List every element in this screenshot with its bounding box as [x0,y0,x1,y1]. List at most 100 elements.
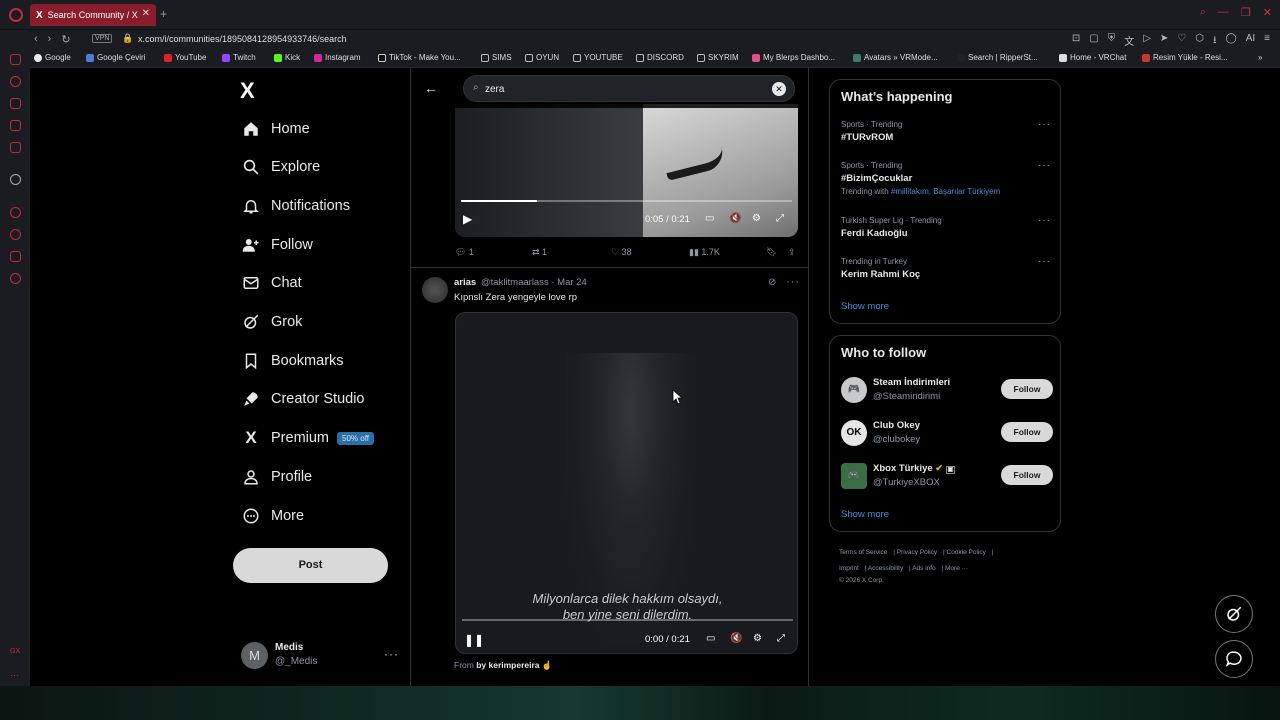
bookmark-folder[interactable]: SKYRIM [697,53,739,62]
reload-icon[interactable]: ↻ [61,33,70,46]
nav-explore[interactable]: Explore [240,155,320,179]
footer-link[interactable]: More ··· [945,565,968,572]
footer-link[interactable]: Imprint [839,565,859,572]
video-player[interactable]: Milyonlarca dilek hakkım olsaydı, ben yi… [455,312,798,654]
more-dots-icon[interactable]: ··· [1038,160,1051,171]
more-dots-icon[interactable]: ··· [384,647,399,661]
back-icon[interactable]: ‹ [34,33,38,46]
opera-logo-icon[interactable] [9,8,23,22]
account-switcher[interactable]: M Medis @_Medis ··· [241,641,401,671]
nav-grok[interactable]: Grok [240,310,302,334]
bookmark-item[interactable]: Avatars » VRMode... [853,53,938,62]
follow-button[interactable]: Follow [1001,465,1053,485]
sidebar-app-icon[interactable] [10,120,21,131]
trend-item[interactable]: Turkish Super Lig · Trending Ferdi Kadıo… [841,215,1051,239]
menu-icon[interactable]: ≡ [1264,33,1270,50]
mute-icon[interactable]: 🔇 [730,633,742,644]
back-arrow-icon[interactable]: ← [424,80,438,96]
bookmark-page-icon[interactable]: ⊡ [1072,33,1080,50]
nav-profile[interactable]: Profile [240,465,312,489]
reply-button[interactable]: 💬︎ 1 [455,247,474,258]
video-progress-track[interactable] [462,619,793,621]
follow-button[interactable]: Follow [1001,379,1053,399]
nav-chat[interactable]: Chat [240,271,302,295]
nav-creator-studio[interactable]: Creator Studio [240,387,365,411]
extensions-icon[interactable]: ⬡ [1195,33,1204,50]
sidebar-app-icon[interactable] [10,54,21,65]
trend-item[interactable]: Sports · Trending #BizimÇocuklar Trendin… [841,160,1051,196]
bookmark-item[interactable]: My Blerps Dashbo... [752,53,835,62]
bookmark-item[interactable]: Twitch [222,53,256,62]
sidebar-player-icon[interactable] [10,207,21,218]
search-input[interactable] [485,81,765,97]
bookmark-icon[interactable]: 🔖︎ [766,247,777,258]
snapshot-icon[interactable]: ▢ [1089,33,1098,50]
show-more-link[interactable]: Show more [841,509,889,520]
download-icon[interactable]: ⭳ [1213,33,1217,50]
post[interactable]: arias @taklitmaarlass · Mar 24 ⊘ ··· Kıp… [411,267,808,686]
suggested-user[interactable]: 🎮 Xbox Türkiye ✔ ▣ @TurkiyeXBOX Follow [841,462,1053,492]
footer-link[interactable]: Accessibility [868,565,903,572]
avatar[interactable] [422,277,448,303]
bookmark-item[interactable]: Instagram [314,53,361,62]
bookmark-item[interactable]: YouTube [164,53,206,62]
captions-icon[interactable]: ▭ [705,213,714,224]
search-box[interactable]: ⌕ ✕ [463,75,795,102]
mute-icon[interactable]: 🔇 [729,213,741,224]
trend-item[interactable]: Sports · Trending #TURvROM ··· [841,119,1051,143]
close-window-icon[interactable]: ✕ [1263,6,1272,19]
nav-more[interactable]: More [240,504,304,528]
footer-link[interactable]: Ads info [912,565,936,572]
sidebar-settings-icon[interactable] [10,273,21,284]
url-field[interactable]: x.com/i/communities/1895084128954933746/… [138,34,347,44]
sidebar-extensions-icon[interactable] [10,251,21,262]
grok-fab-button[interactable] [1215,595,1253,633]
show-more-link[interactable]: Show more [841,301,889,312]
bookmark-item[interactable]: Kick [274,53,300,62]
play-icon[interactable]: ▶ [463,212,472,226]
shield-icon[interactable]: ⛨ [1108,33,1116,50]
messages-fab-button[interactable] [1215,640,1253,678]
settings-icon[interactable]: ⚙ [752,213,761,224]
sidebar-app-icon[interactable] [10,142,21,153]
clear-search-icon[interactable]: ✕ [772,82,786,96]
tab-close-icon[interactable]: ✕ [142,8,150,19]
player-icon[interactable]: ▷ [1143,33,1151,50]
profile-icon[interactable]: ◯ [1226,33,1237,50]
ai-button[interactable]: AI [1246,33,1255,50]
nav-premium[interactable]: X Premium 50% off [240,426,374,450]
lock-icon[interactable]: 🔒 [122,33,133,44]
bookmark-folder[interactable]: SIMS [481,53,512,62]
bookmark-item[interactable]: Google [34,53,71,62]
bookmark-folder[interactable]: OYUN [525,53,559,62]
nav-home[interactable]: Home [240,117,310,141]
new-tab-icon[interactable]: + [160,7,167,21]
nav-follow[interactable]: Follow [240,233,313,257]
video-player[interactable]: ▶ 0:05 / 0:21 ▭ 🔇 ⚙ ⤢ [455,104,798,237]
bookmark-item[interactable]: Search | RipperSt... [957,53,1038,62]
more-dots-icon[interactable]: ··· [1038,119,1051,130]
share-icon[interactable]: ⇪ [788,247,796,258]
nav-notifications[interactable]: Notifications [240,194,350,218]
from-user-link[interactable]: by kerimpereira [476,660,539,670]
suggested-user[interactable]: OK Club Okey @clubokey Follow [841,419,1053,449]
fullscreen-icon[interactable]: ⤢ [777,633,785,644]
sidebar-app-icon[interactable] [10,98,21,109]
maximize-icon[interactable]: ❐ [1241,6,1251,19]
send-icon[interactable]: ➤ [1160,33,1168,50]
trend-item[interactable]: Trending in Turkey Kerim Rahmi Koç ··· [841,256,1051,280]
x-logo-icon[interactable]: X [240,78,255,104]
post-author-name[interactable]: arias [454,277,476,288]
repost-button[interactable]: ⇄ 1 [532,247,547,258]
views-button[interactable]: ▮▮ 1.7K [689,247,720,258]
post-author-handle[interactable]: @taklitmaarlass · Mar 24 [481,277,587,288]
sidebar-history-icon[interactable] [10,229,21,240]
sidebar-more-icon[interactable]: ··· [10,670,21,681]
search-tabs-icon[interactable]: ⌕ [1200,6,1206,19]
suggested-user[interactable]: 🎮 Steam İndirimleri @Steamindirimi Follo… [841,376,1053,406]
more-dots-icon[interactable]: ··· [1038,215,1051,226]
bookmark-item[interactable]: Home - VRChat [1059,53,1126,62]
more-dots-icon[interactable]: ··· [1038,256,1051,267]
sidebar-app-icon[interactable] [10,76,21,87]
translate-icon[interactable]: 文 [1124,33,1134,50]
